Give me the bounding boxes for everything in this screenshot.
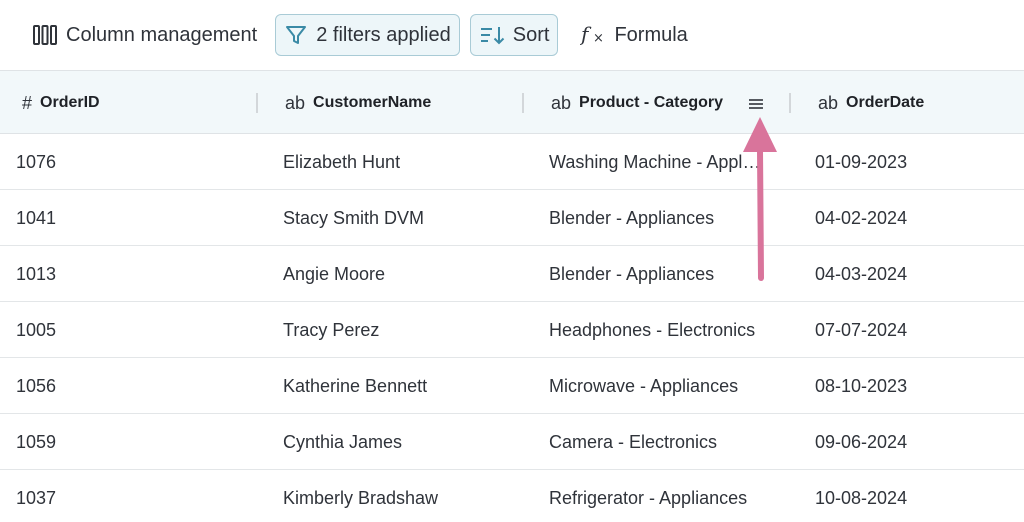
column-header-product-category[interactable]: ab Product - Category xyxy=(551,71,723,135)
table-row[interactable]: 1076 Elizabeth Hunt Washing Machine - Ap… xyxy=(0,134,1024,190)
text-type-icon: ab xyxy=(818,93,838,114)
table-header: # OrderID ab CustomerName ab Product - C… xyxy=(0,70,1024,134)
column-header-label: OrderDate xyxy=(846,94,924,112)
cell-product-category[interactable]: Headphones - Electronics xyxy=(549,302,764,358)
column-resize-handle[interactable] xyxy=(522,93,524,113)
text-type-icon: ab xyxy=(551,93,571,114)
funnel-icon xyxy=(284,23,308,47)
cell-orderid[interactable]: 1056 xyxy=(16,358,256,414)
column-resize-handle[interactable] xyxy=(789,93,791,113)
sort-button[interactable]: Sort xyxy=(470,14,559,56)
formula-icon: f × xyxy=(580,23,606,47)
cell-orderdate[interactable]: 08-10-2023 xyxy=(815,358,1015,414)
filters-button[interactable]: 2 filters applied xyxy=(275,14,460,56)
column-header-label: Product - Category xyxy=(579,94,723,112)
cell-product-category[interactable]: Camera - Electronics xyxy=(549,414,764,470)
table-row[interactable]: 1013 Angie Moore Blender - Appliances 04… xyxy=(0,246,1024,302)
cell-product-category[interactable]: Blender - Appliances xyxy=(549,246,764,302)
svg-text:×: × xyxy=(593,31,604,46)
formula-button[interactable]: f × Formula xyxy=(580,14,687,56)
cell-customername[interactable]: Katherine Bennett xyxy=(283,358,523,414)
cell-orderdate[interactable]: 04-03-2024 xyxy=(815,246,1015,302)
cell-product-category[interactable]: Blender - Appliances xyxy=(549,190,764,246)
column-header-label: OrderID xyxy=(40,94,100,112)
cell-orderid[interactable]: 1005 xyxy=(16,302,256,358)
cell-customername[interactable]: Elizabeth Hunt xyxy=(283,134,523,190)
column-header-orderid[interactable]: # OrderID xyxy=(22,71,100,135)
cell-customername[interactable]: Tracy Perez xyxy=(283,302,523,358)
table-row[interactable]: 1056 Katherine Bennett Microwave - Appli… xyxy=(0,358,1024,414)
cell-orderdate[interactable]: 09-06-2024 xyxy=(815,414,1015,470)
column-management-button[interactable]: Column management xyxy=(32,14,257,56)
cell-orderdate[interactable]: 07-07-2024 xyxy=(815,302,1015,358)
formula-label: Formula xyxy=(614,24,687,47)
cell-customername[interactable]: Angie Moore xyxy=(283,246,523,302)
cell-orderid[interactable]: 1013 xyxy=(16,246,256,302)
data-table: # OrderID ab CustomerName ab Product - C… xyxy=(0,70,1024,522)
cell-customername[interactable]: Kimberly Bradshaw xyxy=(283,470,523,522)
column-menu-icon[interactable] xyxy=(749,97,763,115)
cell-orderid[interactable]: 1041 xyxy=(16,190,256,246)
svg-text:f: f xyxy=(580,23,592,46)
table-row[interactable]: 1037 Kimberly Bradshaw Refrigerator - Ap… xyxy=(0,470,1024,522)
filters-label: 2 filters applied xyxy=(316,24,451,47)
cell-orderid[interactable]: 1037 xyxy=(16,470,256,522)
table-body: 1076 Elizabeth Hunt Washing Machine - Ap… xyxy=(0,134,1024,522)
column-header-orderdate[interactable]: ab OrderDate xyxy=(818,71,924,135)
cell-orderdate[interactable]: 04-02-2024 xyxy=(815,190,1015,246)
column-header-label: CustomerName xyxy=(313,94,431,112)
table-row[interactable]: 1005 Tracy Perez Headphones - Electronic… xyxy=(0,302,1024,358)
toolbar: Column management 2 filters applied Sort… xyxy=(0,0,1024,70)
text-type-icon: ab xyxy=(285,93,305,114)
cell-orderdate[interactable]: 10-08-2024 xyxy=(815,470,1015,522)
cell-orderdate[interactable]: 01-09-2023 xyxy=(815,134,1015,190)
sort-icon xyxy=(479,24,505,46)
cell-customername[interactable]: Stacy Smith DVM xyxy=(283,190,523,246)
cell-orderid[interactable]: 1059 xyxy=(16,414,256,470)
column-resize-handle[interactable] xyxy=(256,93,258,113)
sort-label: Sort xyxy=(513,24,550,47)
cell-product-category[interactable]: Washing Machine - Appliances xyxy=(549,134,764,190)
cell-product-category[interactable]: Microwave - Appliances xyxy=(549,358,764,414)
cell-orderid[interactable]: 1076 xyxy=(16,134,256,190)
cell-product-category[interactable]: Refrigerator - Appliances xyxy=(549,470,764,522)
column-management-label: Column management xyxy=(66,24,257,47)
cell-customername[interactable]: Cynthia James xyxy=(283,414,523,470)
number-type-icon: # xyxy=(22,93,32,114)
column-header-customername[interactable]: ab CustomerName xyxy=(285,71,431,135)
columns-icon xyxy=(32,24,58,46)
table-row[interactable]: 1041 Stacy Smith DVM Blender - Appliance… xyxy=(0,190,1024,246)
table-row[interactable]: 1059 Cynthia James Camera - Electronics … xyxy=(0,414,1024,470)
